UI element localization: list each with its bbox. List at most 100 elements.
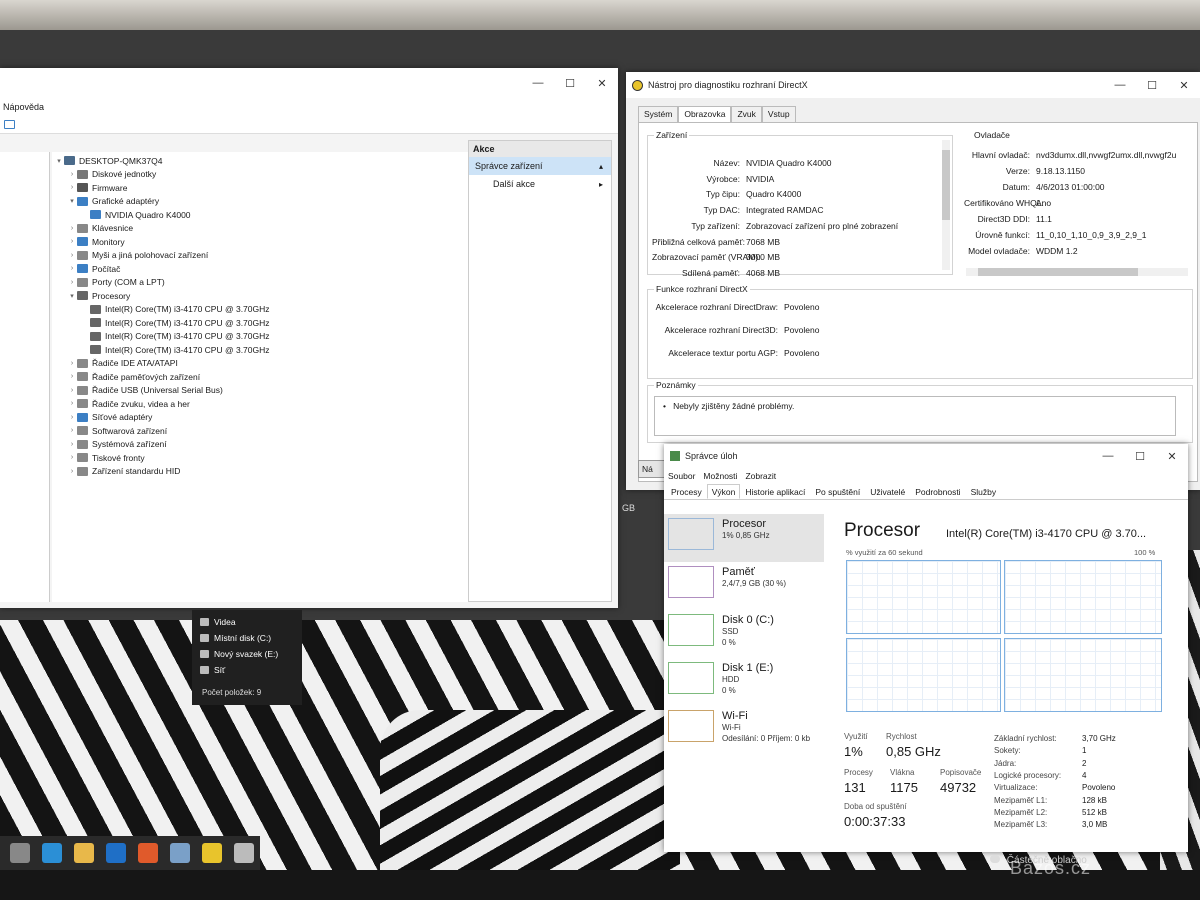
task-manager-tab[interactable]: Služby — [966, 484, 1002, 499]
expand-arrow-icon[interactable]: › — [67, 441, 77, 448]
resource-item[interactable]: Disk 0 (C:) SSD 0 % — [664, 610, 824, 658]
expand-arrow-icon[interactable]: › — [67, 468, 77, 475]
explorer-nav-item[interactable]: Síť — [192, 662, 302, 678]
action-item[interactable]: Další akce ▸ — [469, 175, 611, 193]
tree-item[interactable]: Intel(R) Core(TM) i3-4170 CPU @ 3.70GHz — [52, 343, 477, 357]
close-button[interactable]: ✕ — [1168, 74, 1200, 96]
tree-item[interactable]: › Monitory — [52, 235, 477, 249]
tree-item-label: Počítač — [92, 263, 121, 274]
tree-item[interactable]: › Softwarová zařízení — [52, 424, 477, 438]
expand-arrow-icon[interactable]: › — [67, 279, 77, 286]
explorer-nav-item[interactable]: Místní disk (C:) — [192, 630, 302, 646]
tree-item[interactable]: › Řadiče zvuku, videa a her — [52, 397, 477, 411]
menu-item[interactable]: Soubor — [668, 471, 695, 481]
task-view-icon[interactable] — [10, 843, 30, 863]
info-row: Certifikováno WHQL: Ano — [964, 198, 1051, 208]
maximize-button[interactable]: ☐ — [1124, 445, 1156, 467]
file-explorer-icon[interactable] — [74, 843, 94, 863]
app-icon[interactable] — [234, 843, 254, 863]
tree-item[interactable]: › Řadiče paměťových zařízení — [52, 370, 477, 384]
task-manager-tab[interactable]: Výkon — [706, 484, 741, 499]
tree-item[interactable]: › Řadiče USB (Universal Serial Bus) — [52, 384, 477, 398]
device-manager-icon[interactable] — [170, 843, 190, 863]
tree-item[interactable]: › Systémová zařízení — [52, 438, 477, 452]
tree-item[interactable]: Intel(R) Core(TM) i3-4170 CPU @ 3.70GHz — [52, 330, 477, 344]
resource-item[interactable]: Procesor 1% 0,85 GHz — [664, 514, 824, 562]
tree-item[interactable]: › Zařízení standardu HID — [52, 465, 477, 479]
expand-arrow-icon[interactable]: ▾ — [54, 157, 64, 165]
expand-arrow-icon[interactable]: › — [67, 373, 77, 380]
task-manager-tab[interactable]: Uživatelé — [865, 484, 910, 499]
resource-item[interactable]: Wi-Fi Wi-Fi Odesílání: 0 Příjem: 0 kb — [664, 706, 824, 754]
dxdiag-tab[interactable]: Systém — [638, 106, 679, 122]
expand-arrow-icon[interactable]: › — [67, 400, 77, 407]
menu-help[interactable]: Nápověda — [3, 102, 44, 112]
expand-arrow-icon[interactable]: › — [67, 454, 77, 461]
expand-arrow-icon[interactable]: › — [67, 225, 77, 232]
tree-item[interactable]: › Síťové adaptéry — [52, 411, 477, 425]
dxdiag-tab[interactable]: Vstup — [761, 106, 796, 122]
expand-arrow-icon[interactable]: › — [67, 265, 77, 272]
info-key: Zobrazovací paměť (VRAM): — [652, 252, 761, 263]
device-scrollbar[interactable] — [942, 140, 950, 270]
tree-item[interactable]: Intel(R) Core(TM) i3-4170 CPU @ 3.70GHz — [52, 316, 477, 330]
driver-h-scrollbar[interactable] — [966, 268, 1188, 276]
info-value: Povoleno — [784, 302, 820, 312]
expand-arrow-icon[interactable]: › — [67, 252, 77, 259]
tree-item[interactable]: › Klávesnice — [52, 222, 477, 236]
close-button[interactable]: ✕ — [1156, 445, 1188, 467]
resource-graph-thumb — [668, 518, 714, 550]
tree-item[interactable]: › Řadiče IDE ATA/ATAPI — [52, 357, 477, 371]
expand-arrow-icon[interactable]: ▾ — [67, 197, 77, 205]
tree-item[interactable]: Intel(R) Core(TM) i3-4170 CPU @ 3.70GHz — [52, 303, 477, 317]
maximize-button[interactable]: ☐ — [1136, 74, 1168, 96]
tree-item[interactable]: › Firmware — [52, 181, 477, 195]
explorer-nav-item[interactable]: Nový svazek (E:) — [192, 646, 302, 662]
explorer-status: Počet položek: 9 — [202, 688, 262, 697]
resource-graph-thumb — [668, 566, 714, 598]
task-manager-tab[interactable]: Po spuštění — [810, 484, 865, 499]
dxdiag-tab[interactable]: Obrazovka — [678, 106, 732, 122]
dxdiag-tab[interactable]: Zvuk — [731, 106, 762, 122]
expand-arrow-icon[interactable]: › — [67, 427, 77, 434]
expand-arrow-icon[interactable]: ▾ — [67, 292, 77, 300]
tree-item[interactable]: › Porty (COM a LPT) — [52, 276, 477, 290]
expand-arrow-icon[interactable]: › — [67, 238, 77, 245]
device-tree[interactable]: ▾ DESKTOP-QMK37Q4 › Diskové jednotky › Firmwa… — [52, 152, 478, 602]
cpu-graph-core-3 — [1004, 638, 1162, 712]
tree-item[interactable]: › Diskové jednotky — [52, 168, 477, 182]
outlook-icon[interactable] — [106, 843, 126, 863]
minimize-button[interactable]: — — [1092, 445, 1124, 467]
explorer-nav-item[interactable]: Videa — [192, 614, 302, 630]
brave-icon[interactable] — [138, 843, 158, 863]
menu-item[interactable]: Zobrazit — [745, 471, 776, 481]
info-value: WDDM 1.2 — [1036, 246, 1078, 256]
expand-arrow-icon[interactable]: › — [67, 414, 77, 421]
task-manager-tab[interactable]: Historie aplikací — [740, 484, 810, 499]
expand-arrow-icon[interactable]: › — [67, 387, 77, 394]
menu-item[interactable]: Možnosti — [703, 471, 737, 481]
resource-item[interactable]: Disk 1 (E:) HDD 0 % — [664, 658, 824, 706]
maximize-button[interactable]: ☐ — [554, 72, 586, 94]
minimize-button[interactable]: — — [1104, 74, 1136, 96]
task-manager-tab[interactable]: Podrobnosti — [910, 484, 965, 499]
tree-item[interactable]: ▾ Procesory — [52, 289, 477, 303]
expand-arrow-icon[interactable]: › — [67, 360, 77, 367]
action-item[interactable]: Správce zařízení ▴ — [469, 157, 611, 175]
tree-item[interactable]: ▾ DESKTOP-QMK37Q4 — [52, 154, 477, 168]
expand-arrow-icon[interactable]: › — [67, 171, 77, 178]
expand-arrow-icon[interactable]: › — [67, 184, 77, 191]
minimize-button[interactable]: — — [522, 72, 554, 94]
tree-item[interactable]: › Počítač — [52, 262, 477, 276]
tree-item[interactable]: › Myši a jiná polohovací zařízení — [52, 249, 477, 263]
resource-item[interactable]: Paměť 2,4/7,9 GB (30 %) — [664, 562, 824, 610]
tree-item[interactable]: ▾ Grafické adaptéry — [52, 195, 477, 209]
monitor-icon[interactable] — [4, 120, 15, 129]
edge-icon[interactable] — [42, 843, 62, 863]
close-button[interactable]: ✕ — [586, 72, 618, 94]
notes-box[interactable]: • Nebyly zjištěny žádné problémy. — [654, 396, 1176, 436]
dxdiag-icon[interactable] — [202, 843, 222, 863]
tree-item[interactable]: NVIDIA Quadro K4000 — [52, 208, 477, 222]
tree-item[interactable]: › Tiskové fronty — [52, 451, 477, 465]
task-manager-tab[interactable]: Procesy — [666, 484, 707, 499]
